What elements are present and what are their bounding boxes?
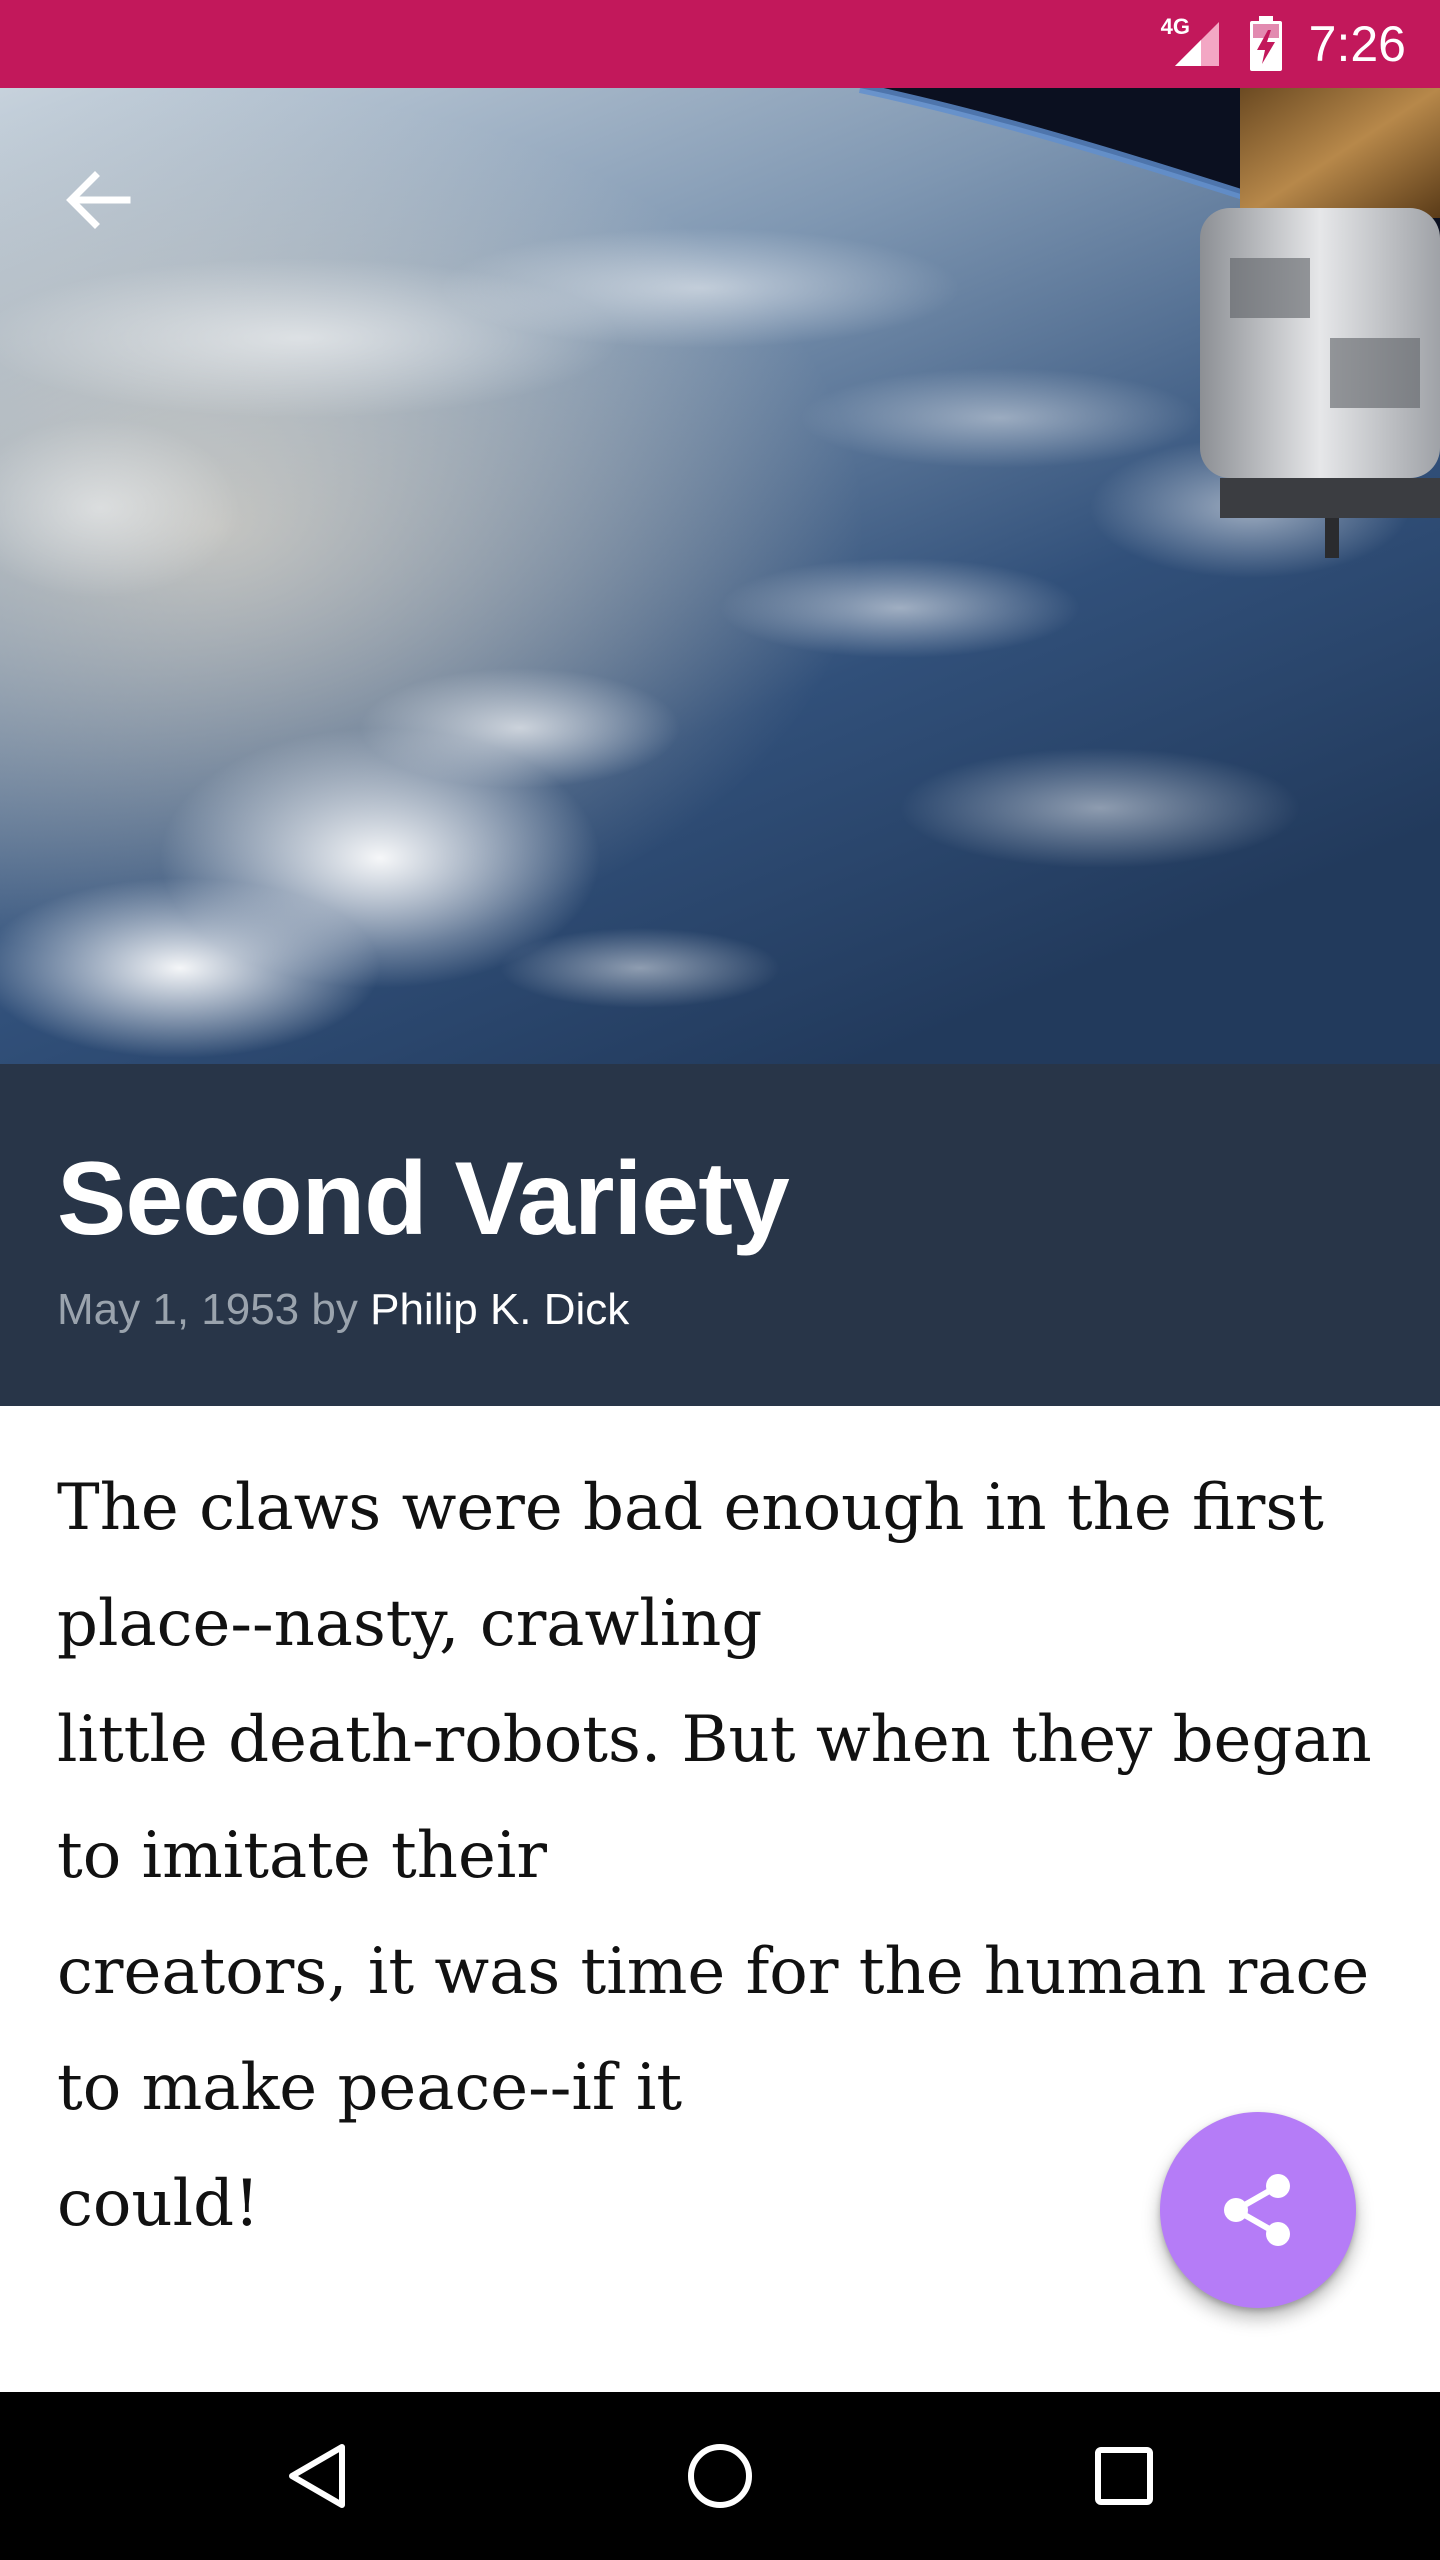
- body-line: place--nasty, crawling: [57, 1587, 763, 1661]
- body-line: little death-robots. But when they began: [57, 1703, 1372, 1777]
- share-icon: [1224, 2174, 1290, 2246]
- body-line: creators, it was time for the human race: [57, 1935, 1370, 2009]
- navigation-bar: [0, 2392, 1440, 2560]
- share-button[interactable]: [1160, 2112, 1356, 2308]
- body-line: to make peace--if it: [57, 2051, 683, 2125]
- status-clock: 7:26: [1308, 16, 1406, 72]
- nav-home-icon: [688, 2444, 752, 2508]
- story-header: Second Variety May 1, 1953 by Philip K. …: [0, 1064, 1440, 1406]
- back-button[interactable]: [48, 150, 148, 250]
- battery-charging-icon: [1249, 16, 1283, 72]
- arrow-back-icon: [66, 171, 131, 229]
- body-line: The claws were bad enough in the first: [57, 1471, 1324, 1545]
- nav-home-button[interactable]: [670, 2426, 770, 2526]
- nav-recents-icon: [1095, 2447, 1153, 2505]
- signal-icon: 4G: [1161, 16, 1223, 72]
- story-meta: May 1, 1953 by Philip K. Dick: [57, 1282, 1440, 1338]
- story-by-label: by: [311, 1285, 358, 1334]
- hero-image: [0, 88, 1440, 1064]
- body-line: to imitate their: [57, 1819, 547, 1893]
- story-date: May 1, 1953: [57, 1285, 300, 1334]
- status-bar: 4G 7:26: [0, 0, 1440, 88]
- status-icons: 4G 7:26: [1161, 16, 1406, 73]
- nav-back-button[interactable]: [266, 2426, 366, 2526]
- story-author[interactable]: Philip K. Dick: [370, 1285, 629, 1334]
- nav-recents-button[interactable]: [1074, 2426, 1174, 2526]
- nav-back-icon: [289, 2444, 345, 2508]
- earth-image: [0, 88, 1440, 1064]
- story-title: Second Variety: [57, 1141, 790, 1257]
